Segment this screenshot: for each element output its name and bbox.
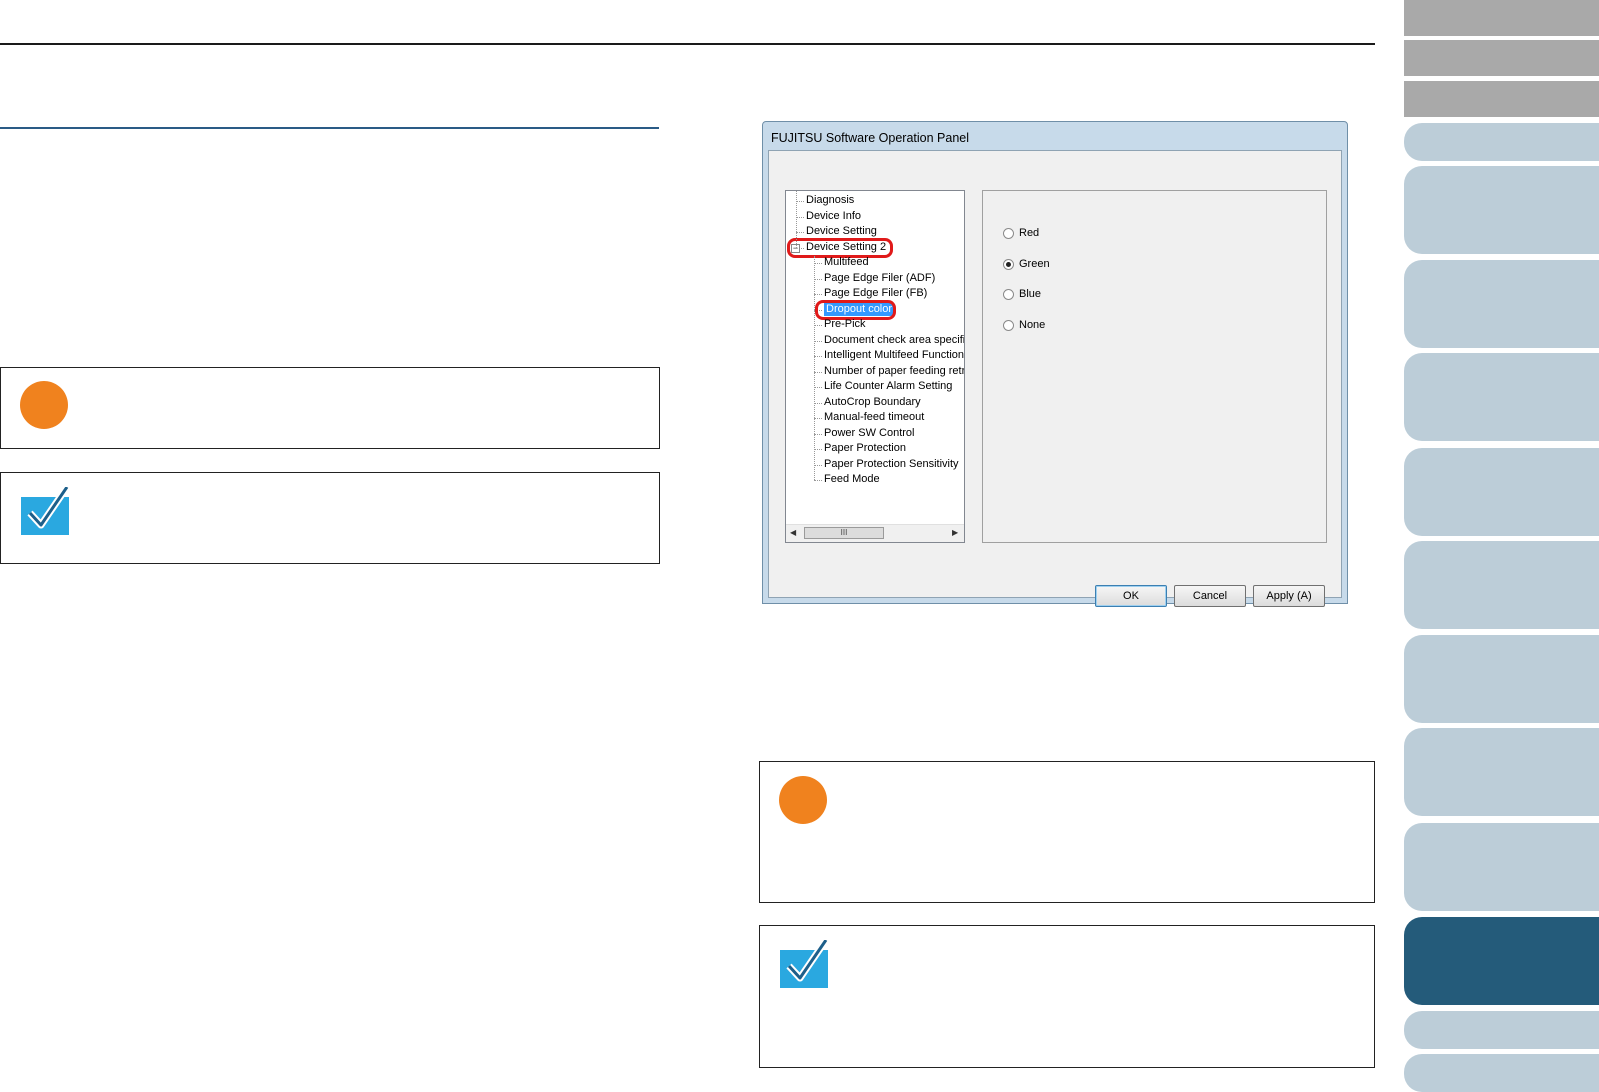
operation-panel-dialog: FUJITSU Software Operation Panel Diagnos… xyxy=(762,121,1348,607)
side-tab-2[interactable] xyxy=(1404,40,1599,76)
section-rule xyxy=(0,127,659,129)
side-tab-11[interactable] xyxy=(1404,728,1599,816)
radio-button-icon[interactable] xyxy=(1003,288,1014,300)
header-rule xyxy=(0,43,1375,45)
side-tab-9[interactable] xyxy=(1404,541,1599,629)
dialog-client-area: Diagnosis Device Info Device Setting Device… xyxy=(768,150,1342,607)
radio-label: None xyxy=(1019,319,1046,331)
side-tab-15[interactable] xyxy=(1404,1054,1599,1092)
attention-box-left xyxy=(0,367,660,449)
tree-connector xyxy=(796,216,804,218)
tree-connector xyxy=(814,480,822,481)
side-tab-5[interactable] xyxy=(1404,166,1599,254)
tree-item[interactable]: Device Info xyxy=(806,210,861,223)
tree-connector xyxy=(814,387,822,388)
side-tab-12[interactable] xyxy=(1404,823,1599,911)
tree-item[interactable]: Paper Protection xyxy=(824,442,906,455)
tree-connector xyxy=(814,371,822,373)
tree-connector xyxy=(814,294,822,295)
side-tab-3[interactable] xyxy=(1404,81,1599,117)
tree-connector xyxy=(814,340,822,342)
side-tab-14[interactable] xyxy=(1404,1011,1599,1049)
tree-connector xyxy=(814,278,822,280)
side-tab-4[interactable] xyxy=(1404,123,1599,161)
apply-button[interactable]: Apply (A) xyxy=(1253,585,1325,607)
tree-item[interactable]: Device Setting xyxy=(806,225,877,238)
highlight-ring xyxy=(815,299,896,320)
tree-connector xyxy=(796,201,804,202)
tree-item[interactable]: Feed Mode xyxy=(824,473,880,486)
tree-item[interactable]: Document check area specific xyxy=(824,334,964,347)
attention-box-right xyxy=(759,761,1375,903)
attention-icon xyxy=(779,776,827,824)
tree-connector xyxy=(814,263,822,264)
tree-guide-line xyxy=(796,191,797,248)
hint-check-icon xyxy=(780,940,828,988)
tree-connector xyxy=(796,232,804,233)
tree-item[interactable]: Power SW Control xyxy=(824,427,914,440)
radio-option[interactable]: Red xyxy=(1003,227,1039,239)
tree-item[interactable]: Intelligent Multifeed Function xyxy=(824,349,964,362)
tree-horizontal-scrollbar[interactable]: ◀ III ▶ xyxy=(786,524,964,542)
radio-label: Red xyxy=(1019,227,1040,239)
tree-connector xyxy=(814,449,822,450)
tree-connector xyxy=(814,433,822,435)
scroll-left-arrow-icon[interactable]: ◀ xyxy=(790,528,796,537)
scroll-right-arrow-icon[interactable]: ▶ xyxy=(952,528,958,537)
radio-button-icon[interactable] xyxy=(1003,227,1014,239)
tree-item[interactable]: Multifeed xyxy=(824,256,869,269)
side-tab-10[interactable] xyxy=(1404,635,1599,723)
tree-connector xyxy=(814,325,822,326)
side-tab-6[interactable] xyxy=(1404,260,1599,348)
side-tab-13-active[interactable] xyxy=(1404,917,1599,1005)
side-tab-8[interactable] xyxy=(1404,448,1599,536)
tree-connector xyxy=(814,356,822,357)
hint-check-icon xyxy=(21,487,69,535)
radio-option[interactable]: Blue xyxy=(1003,288,1041,300)
tree-item[interactable]: Page Edge Filer (ADF) xyxy=(824,272,935,285)
dropout-color-panel: Red Green Blue None xyxy=(982,190,1327,543)
attention-icon xyxy=(20,381,68,429)
tree-connector xyxy=(814,464,822,466)
tree-item[interactable]: Pre-Pick xyxy=(824,318,866,331)
tree-item[interactable]: Manual-feed timeout xyxy=(824,411,924,424)
dialog-title: FUJITSU Software Operation Panel xyxy=(771,131,969,145)
tree-item[interactable]: Life Counter Alarm Setting xyxy=(824,380,952,393)
hint-box-right xyxy=(759,925,1375,1068)
settings-tree[interactable]: Diagnosis Device Info Device Setting Device… xyxy=(785,190,965,543)
tree-guide-line xyxy=(814,256,815,480)
radio-button-icon[interactable] xyxy=(1003,319,1014,331)
scroll-thumb[interactable]: III xyxy=(804,527,884,539)
tree-item[interactable]: Number of paper feeding retries xyxy=(824,365,964,378)
tree-connector xyxy=(814,402,822,404)
tree-item[interactable]: Page Edge Filer (FB) xyxy=(824,287,927,300)
highlight-ring xyxy=(787,237,893,258)
radio-option[interactable]: None xyxy=(1003,319,1045,331)
side-tab-7[interactable] xyxy=(1404,353,1599,441)
ok-button[interactable]: OK xyxy=(1095,585,1167,607)
tree-connector xyxy=(814,418,822,419)
radio-option[interactable]: Green xyxy=(1003,258,1050,270)
tree-item[interactable]: Diagnosis xyxy=(806,194,854,207)
side-tab-1[interactable] xyxy=(1404,0,1599,36)
radio-label: Green xyxy=(1019,258,1050,270)
radio-label: Blue xyxy=(1019,288,1042,300)
hint-box-left xyxy=(0,472,660,564)
cancel-button[interactable]: Cancel xyxy=(1174,585,1246,607)
radio-button-icon[interactable] xyxy=(1003,258,1014,270)
tree-item[interactable]: Paper Protection Sensitivity xyxy=(824,458,959,471)
tree-item[interactable]: AutoCrop Boundary xyxy=(824,396,921,409)
